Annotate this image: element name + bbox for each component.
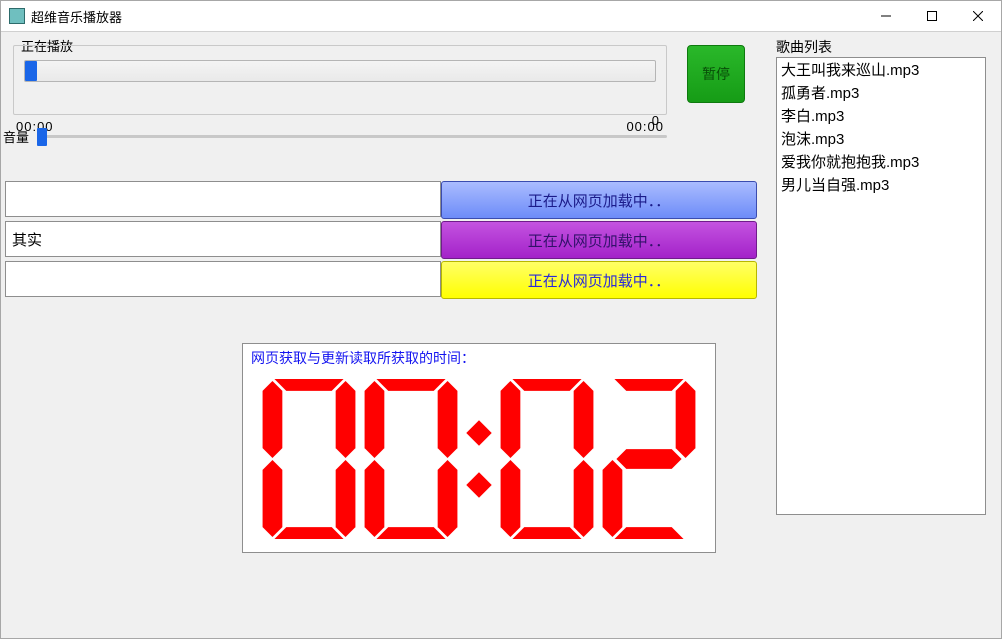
maximize-button[interactable] (909, 1, 955, 31)
volume-track (37, 135, 667, 138)
volume-label: 音量 (3, 127, 29, 146)
clock-colon (466, 379, 492, 539)
now-playing-box: 00:00 00:00 (13, 45, 667, 115)
app-window: 超维音乐播放器 正在播放 00:00 00:00 暂停 (0, 0, 1002, 639)
pause-button-label: 暂停 (702, 64, 730, 84)
list-item[interactable]: 大王叫我来巡山.mp3 (777, 58, 985, 81)
titlebar[interactable]: 超维音乐播放器 (1, 1, 1001, 32)
list-item[interactable]: 男儿当自强.mp3 (777, 173, 985, 196)
digit-0 (262, 379, 356, 539)
load-button-2-label: 正在从网页加载中．． (528, 230, 671, 251)
lyric-input-2[interactable] (5, 221, 441, 257)
load-button-3[interactable]: 正在从网页加载中．． (441, 261, 757, 299)
list-item[interactable]: 爱我你就抱抱我.mp3 (777, 150, 985, 173)
clock-panel: 网页获取与更新读取所获取的时间： (242, 343, 716, 553)
load-button-3-label: 正在从网页加载中．． (528, 270, 671, 291)
load-button-2[interactable]: 正在从网页加载中．． (441, 221, 757, 259)
digit-0 (364, 379, 458, 539)
lyric-input-1[interactable] (5, 181, 441, 217)
list-item[interactable]: 泡沫.mp3 (777, 127, 985, 150)
clock-digits (243, 372, 715, 546)
list-item[interactable]: 李白.mp3 (777, 104, 985, 127)
pause-button[interactable]: 暂停 (687, 45, 745, 103)
volume-thumb[interactable] (37, 128, 47, 146)
song-list[interactable]: 大王叫我来巡山.mp3孤勇者.mp3李白.mp3泡沫.mp3爱我你就抱抱我.mp… (776, 57, 986, 515)
lyric-input-3[interactable] (5, 261, 441, 297)
list-item[interactable]: 孤勇者.mp3 (777, 81, 985, 104)
lyric-row-2: 正在从网页加载中．． (5, 221, 757, 259)
load-button-1-label: 正在从网页加载中．． (528, 190, 671, 211)
digit-0 (500, 379, 594, 539)
lyric-row-1: 正在从网页加载中．． (5, 181, 757, 219)
minimize-button[interactable] (863, 1, 909, 31)
window-body: 正在播放 00:00 00:00 暂停 音量 0 正在从网页加载中．． (1, 31, 1001, 638)
now-playing-group: 正在播放 00:00 00:00 (13, 37, 667, 115)
volume-slider[interactable] (37, 131, 667, 143)
window-title: 超维音乐播放器 (31, 7, 122, 26)
lyric-row-3: 正在从网页加载中．． (5, 261, 757, 299)
playlist-label: 歌曲列表 (776, 37, 832, 57)
playback-progress[interactable] (24, 60, 656, 82)
load-button-1[interactable]: 正在从网页加载中．． (441, 181, 757, 219)
digit-2 (602, 379, 696, 539)
volume-value: 0 (635, 113, 659, 128)
app-icon (9, 8, 25, 24)
clock-caption: 网页获取与更新读取所获取的时间： (251, 348, 475, 368)
playback-progress-thumb[interactable] (25, 61, 37, 81)
close-button[interactable] (955, 1, 1001, 31)
